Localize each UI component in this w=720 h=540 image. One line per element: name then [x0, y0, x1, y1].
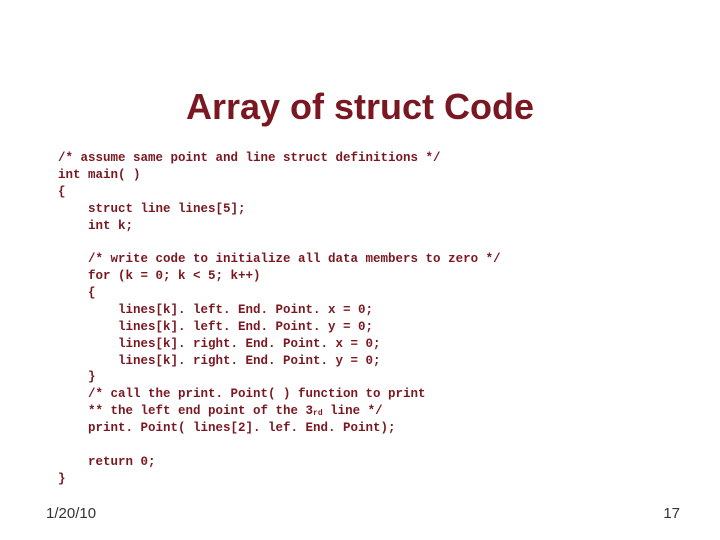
code-text: line */ — [323, 404, 383, 418]
code-text: ** the left end point of the 3 — [58, 404, 313, 418]
code-line: for (k = 0; k < 5; k++) — [58, 269, 261, 283]
code-line: } — [58, 370, 96, 384]
code-line: /* write code to initialize all data mem… — [58, 252, 501, 266]
code-line: lines[k]. right. End. Point. y = 0; — [58, 354, 381, 368]
code-line: int k; — [58, 219, 133, 233]
code-line: print. Point( lines[2]. lef. End. Point)… — [58, 421, 396, 435]
code-block: /* assume same point and line struct def… — [58, 150, 668, 488]
code-line: int main( ) — [58, 168, 141, 182]
code-line: lines[k]. right. End. Point. x = 0; — [58, 337, 381, 351]
footer-page-number: 17 — [663, 505, 680, 522]
code-line: lines[k]. left. End. Point. x = 0; — [58, 303, 373, 317]
footer-date: 1/20/10 — [46, 505, 96, 522]
code-line: { — [58, 185, 66, 199]
code-line: struct line lines[5]; — [58, 202, 246, 216]
ordinal-suffix: rd — [313, 409, 323, 418]
code-line: { — [58, 286, 96, 300]
slide-title: Array of struct Code — [0, 86, 720, 128]
code-line: ** the left end point of the 3rd line */ — [58, 404, 383, 418]
code-line: lines[k]. left. End. Point. y = 0; — [58, 320, 373, 334]
code-line: } — [58, 472, 66, 486]
code-line: /* call the print. Point( ) function to … — [58, 387, 426, 401]
code-line: return 0; — [58, 455, 156, 469]
code-line: /* assume same point and line struct def… — [58, 151, 441, 165]
slide: Array of struct Code /* assume same poin… — [0, 0, 720, 540]
